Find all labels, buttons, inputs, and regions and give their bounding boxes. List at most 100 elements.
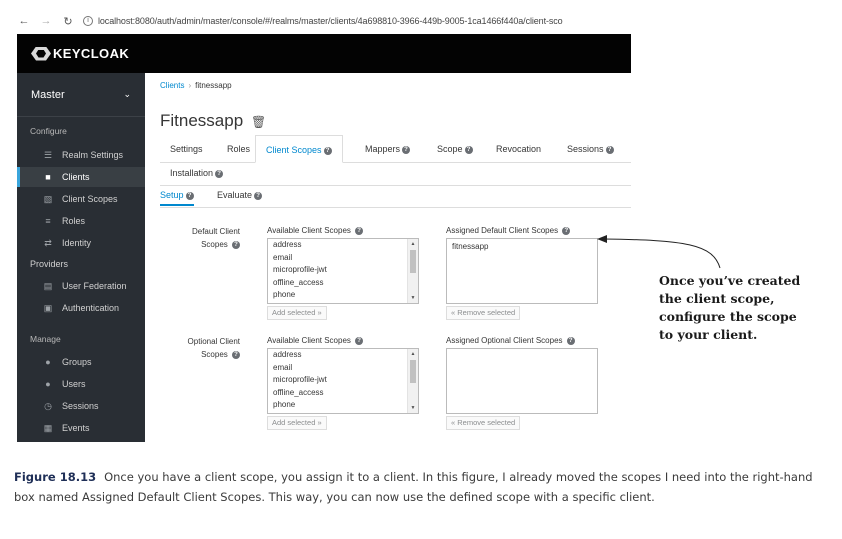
help-icon[interactable]: ?: [605, 146, 614, 154]
sidebar-item-user-federation[interactable]: ▤ User Federation: [17, 276, 145, 296]
tab-client-scopes[interactable]: Client Scopes?: [255, 135, 343, 163]
breadcrumb-clients-link[interactable]: Clients: [160, 81, 184, 90]
exchange-icon: ⇄: [44, 237, 52, 248]
sidebar-item-roles[interactable]: ≡ Roles: [17, 211, 145, 231]
trash-icon[interactable]: 🗑: [251, 115, 266, 129]
annotation-text: Once you’ve created the client scope, co…: [659, 273, 801, 342]
sidebar-item-events[interactable]: ▦ Events: [17, 418, 145, 438]
optional-assigned-list[interactable]: [446, 348, 598, 414]
optional-remove-selected-button[interactable]: « Remove selected: [446, 416, 521, 430]
scroll-up-icon[interactable]: ▲: [408, 239, 418, 249]
optional-add-selected-button[interactable]: Add selected »: [267, 416, 327, 430]
list-item[interactable]: phone: [268, 289, 418, 302]
calendar-icon: ▦: [43, 422, 53, 433]
scroll-down-icon[interactable]: ▼: [408, 293, 418, 303]
arrow-line: [602, 238, 721, 269]
sidebar-item-client-scopes[interactable]: ▧ Client Scopes: [17, 189, 145, 209]
address-bar[interactable]: localhost:8080/auth/admin/master/console…: [98, 16, 563, 26]
sidebar-item-providers-label[interactable]: Providers: [17, 254, 145, 274]
help-icon[interactable]: ?: [232, 241, 240, 249]
forward-icon[interactable]: →: [39, 15, 53, 27]
help-icon[interactable]: ?: [566, 337, 575, 345]
list-item[interactable]: fitnessapp: [447, 239, 597, 254]
scroll-up-icon[interactable]: ▲: [408, 349, 418, 359]
subtab-setup[interactable]: Setup?: [160, 190, 194, 206]
help-icon[interactable]: ?: [323, 147, 332, 155]
figure-number: Figure 18.13: [14, 470, 97, 484]
sidebar: Master ⌄ Configure ☰ Realm Settings ■ Cl…: [17, 73, 145, 442]
database-icon: ▤: [43, 280, 53, 291]
scrollbar-thumb[interactable]: [410, 250, 416, 273]
cube-icon: ■: [45, 172, 51, 182]
tab-roles[interactable]: Roles: [217, 135, 260, 163]
help-icon[interactable]: ?: [355, 337, 364, 345]
list-item[interactable]: email: [268, 362, 418, 375]
default-available-list[interactable]: address email microprofile-jwt offline_a…: [267, 238, 419, 304]
configure-heading: Configure: [30, 126, 67, 136]
list-item[interactable]: phone: [268, 399, 418, 412]
default-add-selected-button[interactable]: Add selected »: [267, 306, 327, 320]
help-icon[interactable]: ?: [215, 170, 224, 178]
default-remove-selected-button[interactable]: « Remove selected: [446, 306, 521, 320]
optional-assigned-header: Assigned Optional Client Scopes ?: [446, 336, 575, 345]
default-assigned-header: Assigned Default Client Scopes ?: [446, 226, 571, 235]
tab-installation[interactable]: Installation?: [160, 163, 233, 186]
breadcrumb: Clients › fitnessapp: [160, 81, 232, 90]
default-assigned-list[interactable]: fitnessapp: [446, 238, 598, 304]
realm-name: Master: [31, 88, 65, 101]
scrollbar[interactable]: ▲ ▼: [407, 239, 418, 303]
optional-available-list[interactable]: address email microprofile-jwt offline_a…: [267, 348, 419, 414]
default-scopes-label: Default Client Scopes ?: [191, 227, 240, 249]
sidebar-item-clients[interactable]: ■ Clients: [17, 167, 145, 187]
subtab-evaluate[interactable]: Evaluate?: [217, 190, 263, 204]
chevron-down-icon: ⌄: [123, 89, 131, 99]
info-icon[interactable]: i: [83, 16, 93, 26]
optional-available-header: Available Client Scopes ?: [267, 336, 364, 345]
user-icon: ●: [45, 379, 51, 389]
scroll-down-icon[interactable]: ▼: [408, 403, 418, 413]
tab-scope[interactable]: Scope?: [427, 135, 483, 163]
list-item[interactable]: email: [268, 252, 418, 265]
list-item[interactable]: offline_access: [268, 387, 418, 400]
reload-icon[interactable]: ↻: [61, 15, 75, 28]
tab-settings[interactable]: Settings: [160, 135, 213, 163]
sidebar-item-authentication[interactable]: ▣ Authentication: [17, 298, 145, 318]
manage-heading: Manage: [30, 334, 61, 344]
scope-subtabs: Setup? Evaluate?: [160, 186, 631, 208]
optional-scopes-label: Optional Client Scopes ?: [187, 337, 240, 359]
cubes-icon: ▧: [43, 193, 53, 204]
tab-mappers[interactable]: Mappers?: [355, 135, 420, 163]
figure-caption: Figure 18.13 Once you have a client scope…: [14, 468, 829, 507]
help-icon[interactable]: ?: [355, 227, 364, 235]
list-item[interactable]: address: [268, 239, 418, 252]
scrollbar[interactable]: ▲ ▼: [407, 349, 418, 413]
list-item[interactable]: microprofile-jwt: [268, 264, 418, 277]
tab-revocation[interactable]: Revocation: [486, 135, 551, 163]
breadcrumb-separator: ›: [188, 81, 192, 90]
sidebar-item-identity-providers[interactable]: ⇄ Identity: [17, 233, 145, 253]
realm-selector[interactable]: Master ⌄: [17, 73, 145, 117]
scrollbar-thumb[interactable]: [410, 360, 416, 383]
help-icon[interactable]: ?: [562, 227, 571, 235]
help-icon[interactable]: ?: [402, 146, 411, 154]
help-icon[interactable]: ?: [232, 351, 240, 359]
help-icon[interactable]: ?: [254, 192, 263, 200]
list-item[interactable]: address: [268, 349, 418, 362]
clock-icon: ◷: [44, 400, 52, 411]
page-title: Fitnessapp: [160, 111, 244, 130]
sidebar-item-sessions[interactable]: ◷ Sessions: [17, 396, 145, 416]
sidebar-item-users[interactable]: ● Users: [17, 374, 145, 394]
back-icon[interactable]: ←: [17, 15, 31, 27]
list-item[interactable]: microprofile-jwt: [268, 374, 418, 387]
app-header: KEYCLOAK: [17, 34, 631, 73]
list-item[interactable]: offline_access: [268, 277, 418, 290]
sidebar-item-groups[interactable]: ● Groups: [17, 352, 145, 372]
keycloak-logo-icon: [31, 46, 51, 61]
help-icon[interactable]: ?: [185, 192, 194, 200]
caption-text: Once you have a client scope, you assign…: [14, 470, 813, 504]
tab-sessions[interactable]: Sessions?: [557, 135, 624, 163]
arrow-head: [597, 235, 607, 243]
help-icon[interactable]: ?: [464, 146, 473, 154]
sliders-icon: ☰: [43, 149, 53, 160]
sidebar-item-realm-settings[interactable]: ☰ Realm Settings: [17, 145, 145, 165]
